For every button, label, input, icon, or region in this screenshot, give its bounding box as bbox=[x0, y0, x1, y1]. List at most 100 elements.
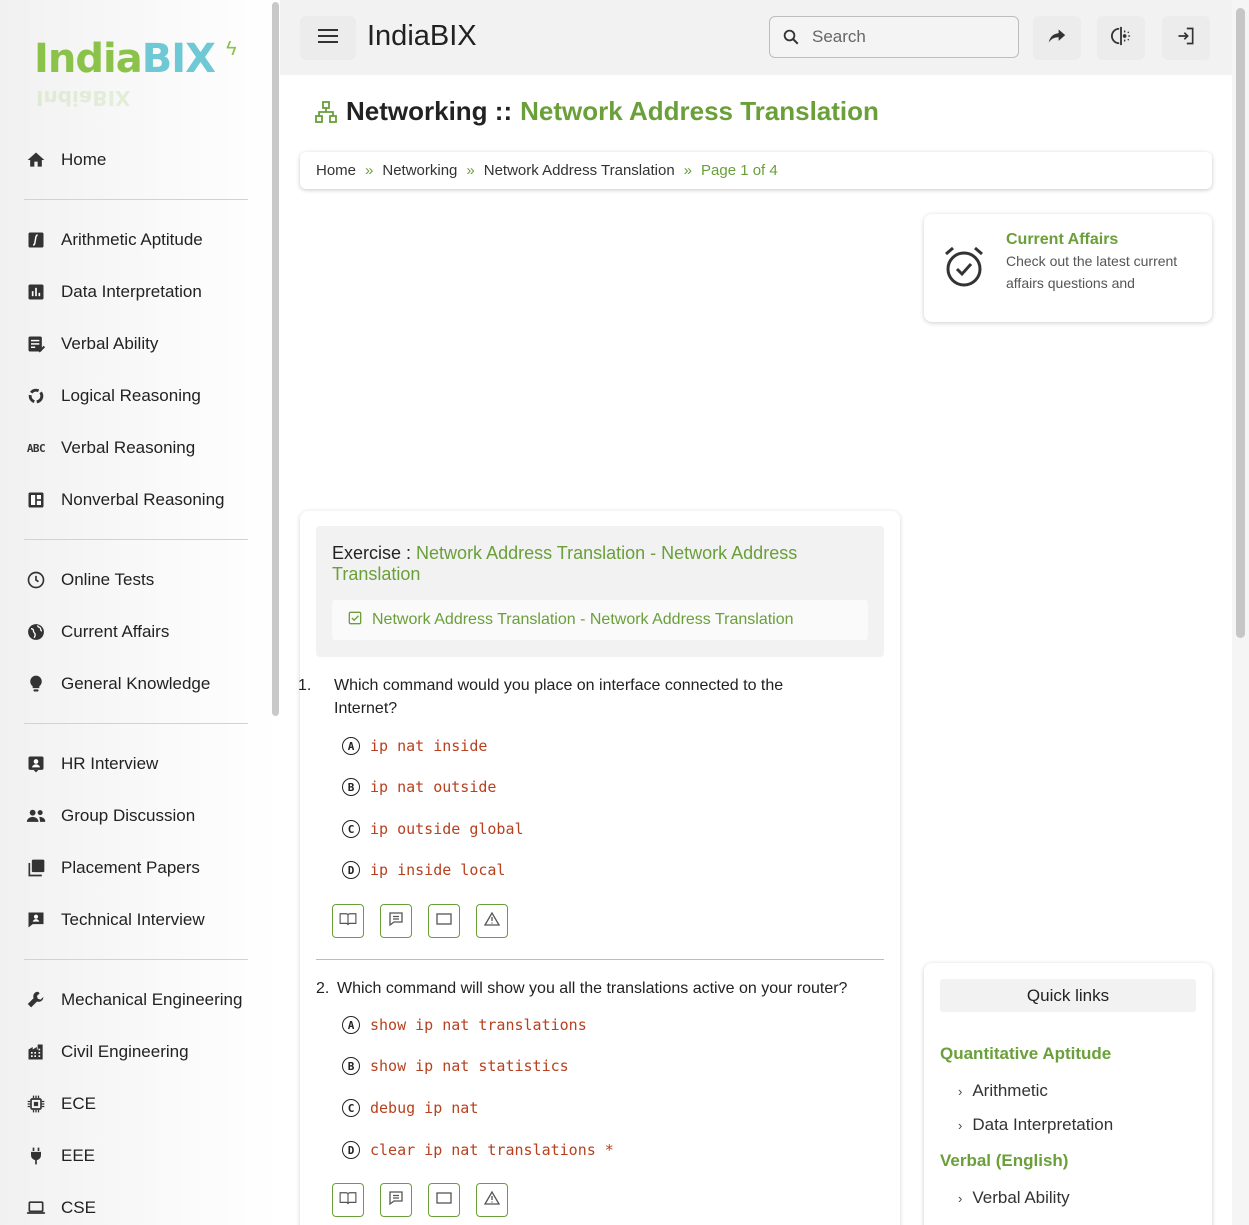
theme-toggle-button[interactable] bbox=[1097, 16, 1145, 60]
question-number: 2. bbox=[316, 980, 330, 997]
option-letter: A bbox=[342, 1016, 360, 1034]
home-icon bbox=[24, 148, 48, 172]
breadcrumb-nat[interactable]: Network Address Translation bbox=[484, 162, 675, 179]
bar-chart-icon bbox=[24, 280, 48, 304]
sidebar-item-data-interpretation[interactable]: Data Interpretation bbox=[24, 277, 202, 307]
discuss-button[interactable] bbox=[380, 1183, 412, 1217]
sidebar-item-label: Online Tests bbox=[61, 570, 155, 589]
view-answer-button[interactable] bbox=[332, 904, 364, 938]
chevron-right-icon: › bbox=[958, 1117, 963, 1133]
view-answer-button[interactable] bbox=[332, 1183, 364, 1217]
comment-icon bbox=[388, 1190, 404, 1211]
chevron-right-icon: › bbox=[958, 1083, 963, 1099]
sidebar-item-label: CSE bbox=[61, 1198, 96, 1217]
workspace-button[interactable] bbox=[428, 904, 460, 938]
comment-icon bbox=[388, 911, 404, 932]
chip-icon bbox=[24, 1092, 48, 1116]
interview-icon bbox=[24, 908, 48, 932]
option-text: ip outside global bbox=[370, 820, 524, 838]
quick-links-title: Quick links bbox=[940, 979, 1196, 1012]
login-button[interactable] bbox=[1162, 16, 1210, 60]
question-number: 1. bbox=[298, 677, 312, 694]
sidebar: IndiaBIX ϟ IndiaBIX Home Arithmetic Apti… bbox=[0, 0, 280, 1225]
page-scrollbar-thumb[interactable] bbox=[1236, 8, 1245, 638]
breadcrumb-home[interactable]: Home bbox=[316, 162, 356, 179]
sidebar-item-label: ECE bbox=[61, 1094, 96, 1113]
abc-icon: ABC bbox=[26, 441, 46, 455]
sidebar-item-verbal-reasoning[interactable]: ABC Verbal Reasoning bbox=[24, 433, 195, 463]
quick-link-arithmetic[interactable]: › Arithmetic bbox=[958, 1081, 1048, 1101]
sidebar-item-mechanical-engineering[interactable]: Mechanical Engineering bbox=[24, 985, 242, 1015]
current-affairs-title[interactable]: Current Affairs bbox=[1006, 231, 1118, 249]
quick-links-card: Quick links Quantitative Aptitude › Arith… bbox=[924, 963, 1212, 1225]
sidebar-item-technical-interview[interactable]: Technical Interview bbox=[24, 905, 205, 935]
question-2-option-a[interactable]: A show ip nat translations bbox=[342, 1014, 587, 1036]
sidebar-item-civil-engineering[interactable]: Civil Engineering bbox=[24, 1037, 189, 1067]
quick-links-section-quantitative[interactable]: Quantitative Aptitude bbox=[940, 1044, 1111, 1064]
indiabix-logo[interactable]: IndiaBIX ϟ IndiaBIX bbox=[34, 36, 240, 110]
workspace-button[interactable] bbox=[428, 1183, 460, 1217]
question-2-option-c[interactable]: C debug ip nat bbox=[342, 1097, 478, 1119]
search-input[interactable] bbox=[812, 27, 1002, 47]
discuss-button[interactable] bbox=[380, 904, 412, 938]
book-icon bbox=[339, 1191, 357, 1210]
question-2: 2. Which command will show you all the tr… bbox=[316, 977, 896, 1000]
question-1: 1. Which command would you place on inter… bbox=[298, 674, 826, 720]
breadcrumb-current-page: Page 1 of 4 bbox=[701, 162, 778, 179]
option-letter: B bbox=[342, 778, 360, 796]
sidebar-item-logical-reasoning[interactable]: Logical Reasoning bbox=[24, 381, 201, 411]
question-1-option-d[interactable]: D ip inside local bbox=[342, 859, 505, 881]
sidebar-item-verbal-ability[interactable]: Verbal Ability bbox=[24, 329, 158, 359]
option-text: clear ip nat translations * bbox=[370, 1141, 614, 1159]
brand-name[interactable]: IndiaBIX bbox=[367, 20, 477, 53]
quick-link-data-interpretation[interactable]: › Data Interpretation bbox=[958, 1115, 1113, 1135]
sidebar-item-hr-interview[interactable]: HR Interview bbox=[24, 749, 158, 779]
sidebar-item-group-discussion[interactable]: Group Discussion bbox=[24, 801, 195, 831]
sidebar-item-placement-papers[interactable]: Placement Papers bbox=[24, 853, 200, 883]
breadcrumb-networking[interactable]: Networking bbox=[382, 162, 457, 179]
search-box[interactable] bbox=[769, 16, 1019, 58]
sidebar-item-label: Data Interpretation bbox=[61, 282, 202, 301]
question-text: Which command will show you all the tran… bbox=[337, 980, 848, 997]
report-button[interactable] bbox=[476, 1183, 508, 1217]
page-scrollbar[interactable] bbox=[1232, 0, 1249, 1225]
question-2-option-b[interactable]: B show ip nat statistics bbox=[342, 1055, 569, 1077]
laptop-icon bbox=[24, 1196, 48, 1220]
sidebar-item-label: Verbal Ability bbox=[61, 334, 159, 353]
question-1-option-a[interactable]: A ip nat inside bbox=[342, 735, 487, 757]
share-button[interactable] bbox=[1033, 16, 1081, 60]
warning-icon bbox=[483, 911, 501, 932]
sidebar-item-ece[interactable]: ECE bbox=[24, 1089, 96, 1119]
sidebar-item-eee[interactable]: EEE bbox=[24, 1141, 95, 1171]
option-letter: A bbox=[342, 737, 360, 755]
quick-link-verbal-ability[interactable]: › Verbal Ability bbox=[958, 1188, 1070, 1208]
sidebar-item-general-knowledge[interactable]: General Knowledge bbox=[24, 669, 210, 699]
report-button[interactable] bbox=[476, 904, 508, 938]
lightbulb-icon bbox=[24, 672, 48, 696]
question-1-option-c[interactable]: C ip outside global bbox=[342, 818, 524, 840]
exercise-header: Exercise : Network Address Translation -… bbox=[316, 526, 884, 657]
sidebar-item-arithmetic-aptitude[interactable]: Arithmetic Aptitude bbox=[24, 225, 203, 255]
sidebar-item-home[interactable]: Home bbox=[24, 145, 106, 175]
menu-toggle-button[interactable] bbox=[300, 16, 356, 60]
sidebar-item-nonverbal-reasoning[interactable]: Nonverbal Reasoning bbox=[24, 485, 225, 515]
option-letter: C bbox=[342, 1099, 360, 1117]
globe-icon bbox=[24, 620, 48, 644]
breadcrumb-separator: » bbox=[683, 162, 692, 179]
option-text: ip nat inside bbox=[370, 737, 488, 755]
question-2-option-d[interactable]: D clear ip nat translations * bbox=[342, 1139, 614, 1161]
logo-reflection: IndiaBIX bbox=[36, 86, 131, 110]
option-letter: B bbox=[342, 1057, 360, 1075]
current-affairs-card[interactable]: Current Affairs Check out the latest cur… bbox=[924, 214, 1212, 322]
current-affairs-description: Check out the latest current affairs que… bbox=[1006, 253, 1178, 291]
quick-links-section-verbal[interactable]: Verbal (English) bbox=[940, 1151, 1068, 1171]
sidebar-scrollbar[interactable] bbox=[272, 2, 279, 716]
sidebar-item-cse[interactable]: CSE bbox=[24, 1193, 96, 1223]
square-icon bbox=[436, 912, 452, 931]
question-1-option-b[interactable]: B ip nat outside bbox=[342, 776, 496, 798]
sidebar-item-current-affairs[interactable]: Current Affairs bbox=[24, 617, 169, 647]
exercise-chip[interactable]: Network Address Translation - Network Ad… bbox=[332, 600, 868, 640]
alarm-clock-icon bbox=[942, 245, 986, 289]
sidebar-item-label: Placement Papers bbox=[61, 858, 200, 877]
sidebar-item-online-tests[interactable]: Online Tests bbox=[24, 565, 154, 595]
